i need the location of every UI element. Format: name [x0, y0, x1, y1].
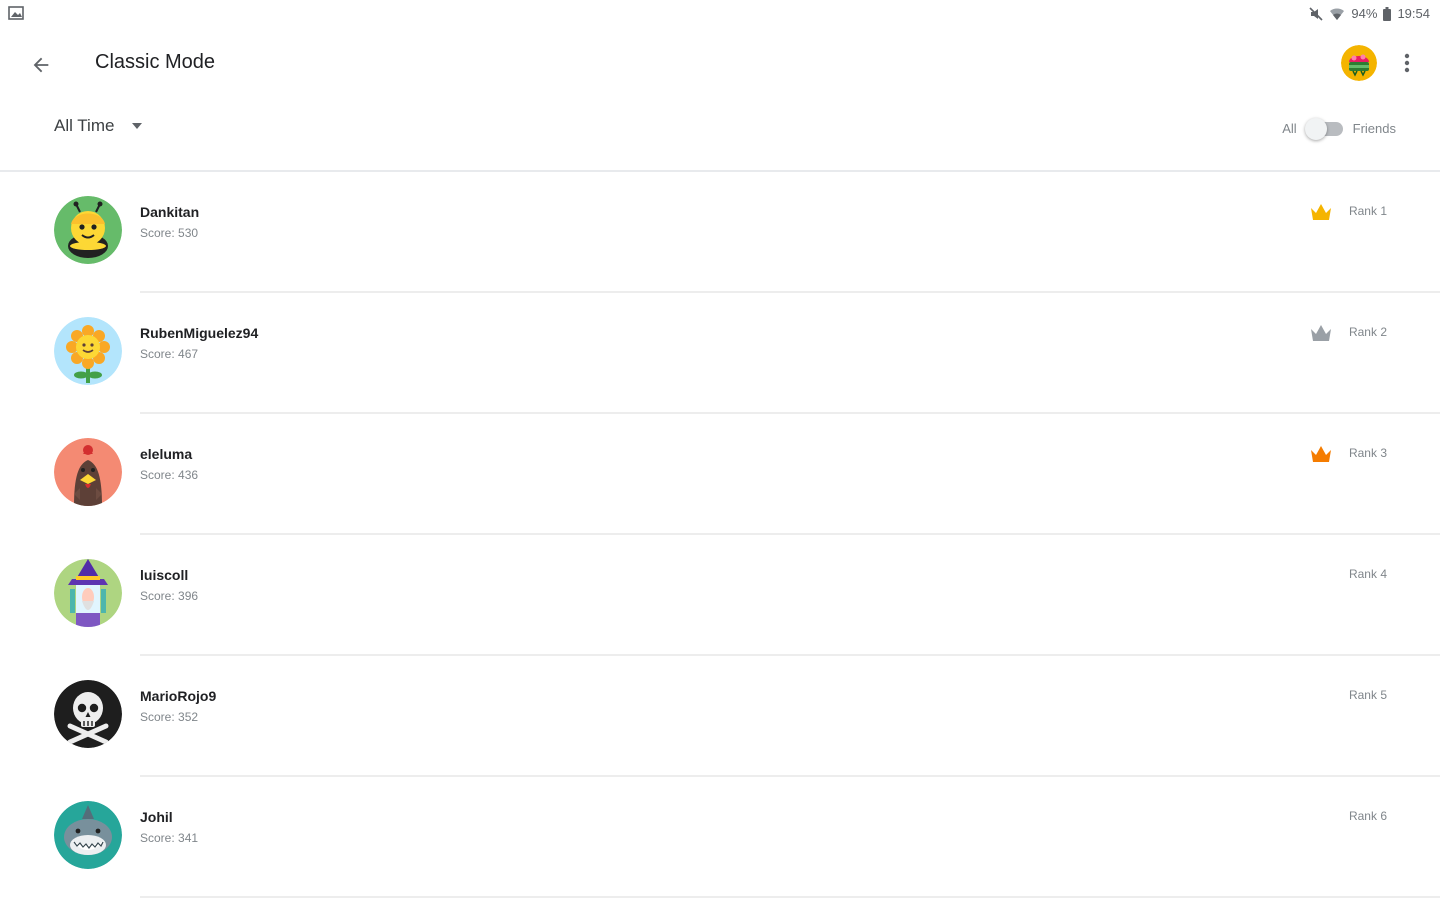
player-name: Johil: [140, 809, 173, 825]
profile-avatar[interactable]: [1341, 45, 1377, 81]
battery-percent: 94%: [1351, 6, 1378, 21]
player-avatar: [54, 317, 122, 385]
leaderboard-row[interactable]: luiscoll Score: 396 Rank 4: [0, 535, 1440, 656]
player-avatar: [54, 196, 122, 264]
toggle-label-all: All: [1282, 120, 1297, 136]
player-avatar: [54, 559, 122, 627]
status-icons: 94% 19:54: [1309, 6, 1430, 21]
leaderboard-row[interactable]: Johil Score: 341 Rank 6: [0, 777, 1440, 898]
leaderboard-list: Dankitan Score: 530 Rank 1 RubenMiguelez…: [0, 172, 1440, 898]
player-name: eleluma: [140, 446, 193, 462]
app-bar: Classic Mode: [0, 28, 1440, 100]
more-vert-icon: [1404, 53, 1410, 73]
leaderboard-row[interactable]: MarioRojo9 Score: 352 Rank 5: [0, 656, 1440, 777]
filter-bar: All Time All Friends: [0, 100, 1440, 172]
status-bar: 94% 19:54: [0, 0, 1440, 28]
back-button[interactable]: [24, 48, 58, 82]
timeframe-value: All Time: [54, 116, 115, 135]
player-avatar: [54, 680, 122, 748]
image-notification-icon: [8, 6, 24, 20]
wifi-icon: [1329, 7, 1345, 21]
player-score: Score: 467: [140, 347, 199, 361]
player-score: Score: 436: [140, 468, 199, 482]
player-rank: Rank 3: [1348, 446, 1387, 460]
player-name: luiscoll: [140, 567, 189, 583]
player-score: Score: 352: [140, 710, 199, 724]
player-rank: Rank 2: [1348, 325, 1387, 339]
player-rank: Rank 4: [1348, 567, 1387, 581]
player-score: Score: 341: [140, 831, 199, 845]
toggle-label-friends: Friends: [1352, 120, 1396, 136]
battery-icon: [1383, 6, 1392, 21]
dropdown-arrow-icon: [132, 123, 143, 129]
bronze-crown-icon: [1309, 442, 1333, 464]
player-rank: Rank 6: [1348, 809, 1387, 823]
player-name: RubenMiguelez94: [140, 325, 259, 341]
page-title: Classic Mode: [95, 51, 216, 73]
switch-thumb: [1304, 118, 1327, 140]
scope-toggle-group: All Friends: [1282, 118, 1396, 140]
player-rank: Rank 5: [1348, 688, 1387, 702]
arrow-back-icon: [33, 57, 49, 73]
gold-crown-icon: [1309, 200, 1333, 222]
friends-toggle-switch[interactable]: [1304, 118, 1345, 140]
mute-icon: [1309, 6, 1323, 21]
player-avatar: [54, 801, 122, 869]
clock: 19:54: [1397, 6, 1430, 21]
leaderboard-row[interactable]: Dankitan Score: 530 Rank 1: [0, 172, 1440, 293]
leaderboard-row[interactable]: RubenMiguelez94 Score: 467 Rank 2: [0, 293, 1440, 414]
timeframe-dropdown[interactable]: All Time: [54, 116, 143, 136]
player-score: Score: 396: [140, 589, 199, 603]
player-name: MarioRojo9: [140, 688, 217, 704]
more-options-button[interactable]: [1395, 50, 1419, 76]
player-avatar: [54, 438, 122, 506]
player-rank: Rank 1: [1348, 204, 1387, 218]
player-score: Score: 530: [140, 226, 199, 240]
leaderboard-row[interactable]: eleluma Score: 436 Rank 3: [0, 414, 1440, 535]
player-name: Dankitan: [140, 204, 200, 220]
silver-crown-icon: [1309, 321, 1333, 343]
